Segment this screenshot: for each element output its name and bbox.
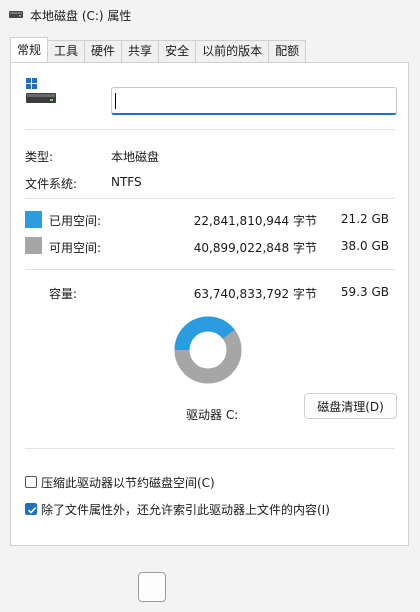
free-space-swatch xyxy=(25,237,42,254)
capacity-label: 容量: xyxy=(49,287,78,301)
checkmark-icon xyxy=(27,507,37,514)
capacity-size: 59.3 GB xyxy=(340,285,389,299)
compress-checkbox-label[interactable]: 压缩此驱动器以节约磁盘空间(C) xyxy=(41,474,215,491)
type-label: 类型: xyxy=(25,150,54,164)
tab-strip: 常规 工具 硬件 共享 安全 以前的版本 配额 xyxy=(10,37,307,62)
index-checkbox-label[interactable]: 除了文件属性外，还允许索引此驱动器上文件的内容(I) xyxy=(41,501,330,518)
used-space-arc xyxy=(174,316,235,351)
title-bar: 本地磁盘 (C:) 属性 xyxy=(0,0,420,30)
filesystem-label: 文件系统: xyxy=(25,177,78,191)
divider xyxy=(25,448,395,449)
used-space-label: 已用空间: xyxy=(49,214,102,228)
tab-sharing[interactable]: 共享 xyxy=(122,40,160,62)
free-space-size: 38.0 GB xyxy=(340,239,389,253)
divider xyxy=(25,129,395,130)
type-value: 本地磁盘 xyxy=(111,150,160,164)
used-space-bytes: 22,841,810,944 字节 xyxy=(193,214,317,228)
tab-security[interactable]: 安全 xyxy=(159,40,197,62)
tab-previous-versions[interactable]: 以前的版本 xyxy=(196,40,270,62)
tab-hardware[interactable]: 硬件 xyxy=(85,40,123,62)
window-title: 本地磁盘 (C:) 属性 xyxy=(30,9,132,23)
text-caret xyxy=(115,93,116,109)
drive-icon xyxy=(9,11,23,18)
index-checkbox[interactable] xyxy=(25,503,37,515)
general-panel: 类型: 本地磁盘 文件系统: NTFS 已用空间: 22,841,810,944… xyxy=(10,62,409,546)
filesystem-value: NTFS xyxy=(111,175,142,189)
tab-quota[interactable]: 配额 xyxy=(269,40,307,62)
ok-button[interactable] xyxy=(138,572,166,602)
disk-cleanup-button[interactable]: 磁盘清理(D) xyxy=(304,393,397,419)
divider xyxy=(25,198,395,199)
usage-donut-chart xyxy=(174,316,242,384)
drive-letter-label: 驱动器 C: xyxy=(186,408,239,422)
divider xyxy=(25,269,395,270)
drive-icon xyxy=(26,78,56,103)
capacity-bytes: 63,740,833,792 字节 xyxy=(193,287,317,301)
used-space-swatch xyxy=(25,211,42,228)
compress-checkbox[interactable] xyxy=(25,476,37,488)
tab-general[interactable]: 常规 xyxy=(10,37,49,62)
free-space-bytes: 40,899,022,848 字节 xyxy=(193,241,317,255)
free-space-label: 可用空间: xyxy=(49,241,102,255)
tab-tools[interactable]: 工具 xyxy=(48,40,86,62)
used-space-size: 21.2 GB xyxy=(340,212,389,226)
drive-name-input[interactable] xyxy=(111,87,397,115)
